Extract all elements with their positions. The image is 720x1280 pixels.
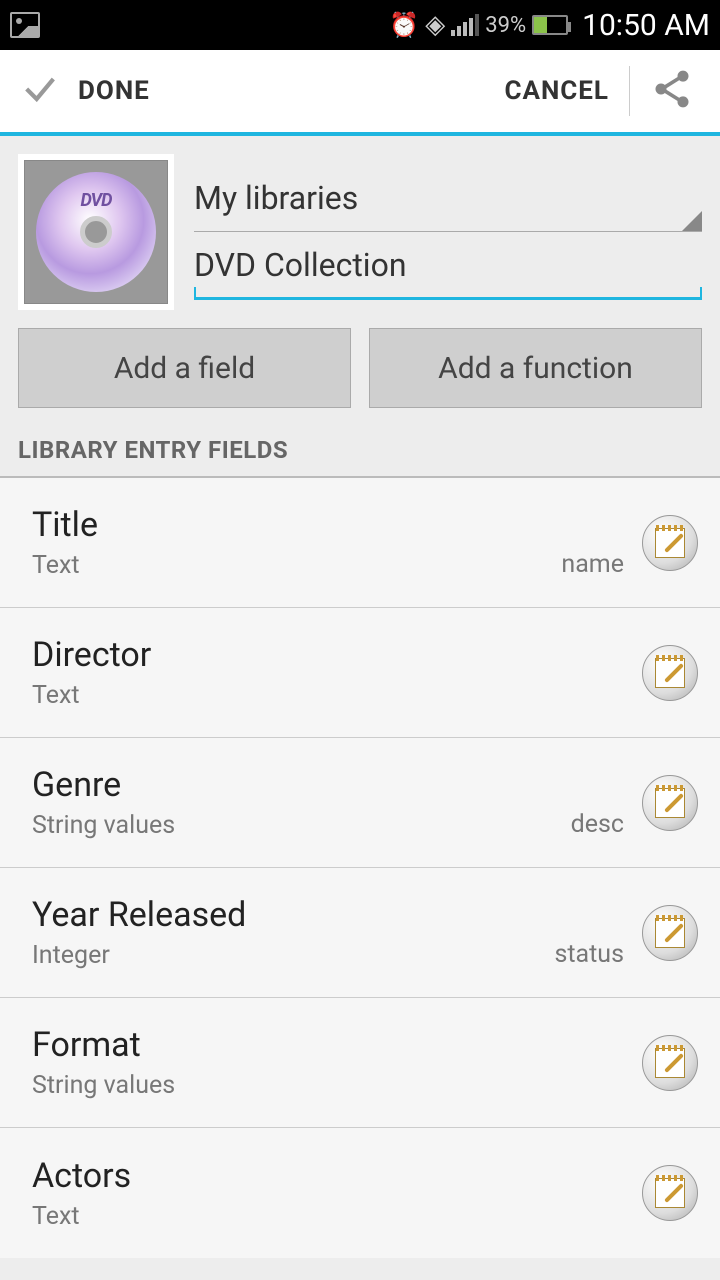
field-role: status [554, 940, 624, 979]
field-type: Integer [32, 941, 554, 970]
alarm-icon: ⏰ [389, 11, 419, 39]
signal-icon [451, 14, 479, 36]
disc-label: DVD [81, 190, 112, 211]
edit-field-icon[interactable] [642, 1035, 698, 1091]
spinner-value: My libraries [194, 179, 358, 217]
library-thumbnail[interactable]: DVD [18, 154, 174, 310]
edit-field-icon[interactable] [642, 1165, 698, 1221]
button-row: Add a field Add a function [0, 328, 720, 426]
library-parent-spinner[interactable]: My libraries [194, 164, 702, 232]
library-name-input[interactable]: DVD Collection [194, 232, 702, 300]
field-role: name [561, 550, 624, 589]
field-name: Actors [32, 1156, 624, 1196]
wifi-icon: ◈ [425, 10, 445, 40]
cancel-label: CANCEL [504, 76, 609, 106]
notepad-icon [655, 788, 685, 818]
field-type: Text [32, 681, 624, 710]
section-header: LIBRARY ENTRY FIELDS [0, 426, 720, 478]
field-role: desc [571, 810, 624, 849]
add-field-label: Add a field [114, 351, 255, 386]
add-field-button[interactable]: Add a field [18, 328, 351, 408]
field-row-genre[interactable]: Genre String values desc [0, 738, 720, 868]
done-button[interactable]: DONE [0, 69, 484, 113]
share-button[interactable] [630, 61, 706, 121]
library-header: DVD My libraries DVD Collection [0, 136, 720, 328]
field-row-title[interactable]: Title Text name [0, 478, 720, 608]
action-bar: DONE CANCEL [0, 50, 720, 136]
field-row-director[interactable]: Director Text [0, 608, 720, 738]
clock: 10:50 AM [582, 8, 710, 43]
add-function-label: Add a function [438, 351, 633, 386]
field-name: Title [32, 505, 561, 545]
notepad-icon [655, 658, 685, 688]
library-name-value: DVD Collection [194, 246, 407, 284]
status-bar: ⏰ ◈ 39% 10:50 AM [0, 0, 720, 50]
dvd-disc-icon: DVD [36, 172, 156, 292]
field-name: Format [32, 1025, 624, 1065]
edit-field-icon[interactable] [642, 775, 698, 831]
battery-icon [532, 15, 568, 35]
field-name: Year Released [32, 895, 554, 935]
share-icon [650, 96, 694, 115]
field-row-year[interactable]: Year Released Integer status [0, 868, 720, 998]
done-label: DONE [78, 76, 150, 106]
add-function-button[interactable]: Add a function [369, 328, 702, 408]
field-type: Text [32, 1202, 624, 1231]
field-name: Genre [32, 765, 571, 805]
field-type: Text [32, 551, 561, 580]
notepad-icon [655, 1048, 685, 1078]
field-row-actors[interactable]: Actors Text [0, 1128, 720, 1258]
notepad-icon [655, 1178, 685, 1208]
edit-field-icon[interactable] [642, 645, 698, 701]
field-type: String values [32, 1071, 624, 1100]
image-notification-icon [10, 12, 40, 38]
edit-field-icon[interactable] [642, 905, 698, 961]
field-type: String values [32, 811, 571, 840]
check-icon [20, 69, 60, 113]
notepad-icon [655, 918, 685, 948]
field-row-format[interactable]: Format String values [0, 998, 720, 1128]
edit-field-icon[interactable] [642, 515, 698, 571]
field-list: Title Text name Director Text Genre Stri… [0, 478, 720, 1258]
field-name: Director [32, 635, 624, 675]
notepad-icon [655, 528, 685, 558]
battery-percent: 39% [485, 13, 526, 38]
cancel-button[interactable]: CANCEL [484, 66, 630, 116]
